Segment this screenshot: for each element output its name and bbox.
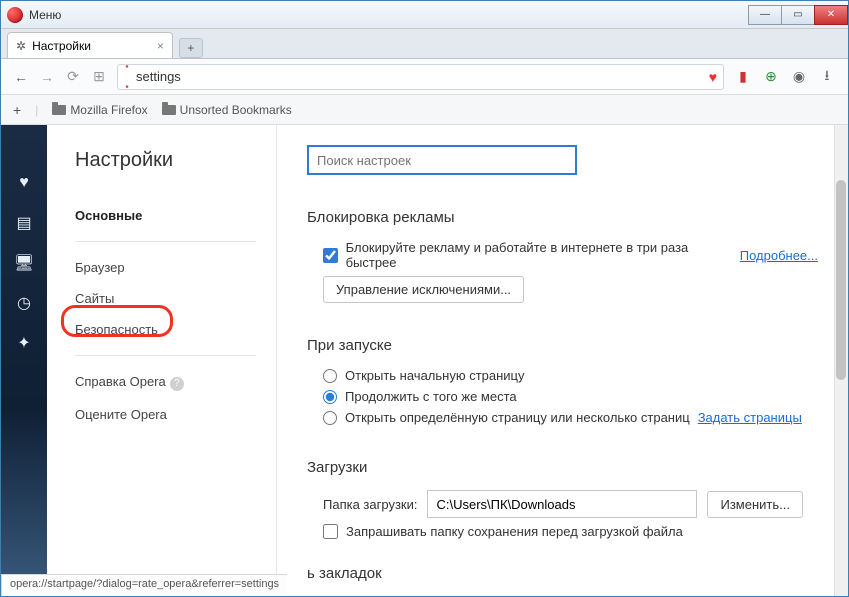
section-bookmarks-bar-heading: ь закладок [307,565,818,582]
folder-icon [52,105,66,115]
adblock-checkbox[interactable] [323,248,338,263]
settings-search-input[interactable] [307,145,577,175]
download-icon[interactable]: ⭳ [818,65,836,89]
startup-radio-specific[interactable] [323,411,337,425]
download-folder-input[interactable] [427,490,697,518]
address-bar-row: ← → ⟳ ⊞ ♥ ▮ ⊕ ◉ ⭳ [1,59,848,95]
status-bar: opera://startpage/?dialog=rate_opera&ref… [1,574,287,596]
change-folder-button[interactable]: Изменить... [707,491,802,518]
manage-exceptions-button[interactable]: Управление исключениями... [323,276,524,303]
reload-icon[interactable]: ⟳ [65,68,81,85]
news-icon[interactable]: ▤ [14,215,34,231]
add-bookmark-icon[interactable]: + [13,102,21,118]
ask-folder-label: Запрашивать папку сохранения перед загру… [346,524,683,539]
tab-label: Настройки [32,39,91,53]
startup-opt3-label: Открыть определённую страницу или нескол… [345,410,690,425]
nav-item-security[interactable]: Безопасность [75,314,276,345]
page-title: Настройки [75,149,276,172]
startup-radio-home[interactable] [323,369,337,383]
section-adblock-heading: Блокировка рекламы [307,209,818,226]
extensions-icon[interactable]: ✦ [14,335,34,351]
folder-icon [162,105,176,115]
adblock-learn-more-link[interactable]: Подробнее... [740,248,818,263]
scrollbar-thumb[interactable] [836,180,846,380]
forward-icon[interactable]: → [39,69,55,85]
url-input[interactable] [136,69,703,84]
sidebar-toggle-icon[interactable]: ▮ [734,68,752,85]
section-downloads-heading: Загрузки [307,459,818,476]
url-box[interactable]: ♥ [117,64,724,90]
minimize-button[interactable]: — [748,5,782,25]
bookmark-folder[interactable]: Unsorted Bookmarks [162,103,292,117]
startup-opt1-label: Открыть начальную страницу [345,368,525,383]
shield-icon[interactable]: ◉ [790,68,808,85]
bookmark-folder[interactable]: Mozilla Firefox [52,103,147,117]
close-window-button[interactable]: ✕ [814,5,848,25]
back-icon[interactable]: ← [13,69,29,85]
nav-item-rate[interactable]: Оцените Opera [75,399,276,430]
window-titlebar: Меню — ▭ ✕ [1,1,848,29]
startup-opt2-label: Продолжить с того же места [345,389,517,404]
vertical-sidebar: ♥ ▤ 🖥 ◷ ✦ [1,125,47,596]
scrollbar-track[interactable] [834,125,848,596]
opera-o-icon [124,68,130,86]
nav-item-help[interactable]: Справка Opera? [75,366,276,399]
set-pages-link[interactable]: Задать страницы [698,410,802,425]
gear-icon: ✲ [16,39,26,53]
tab-strip: ✲ Настройки × + [1,29,848,59]
devices-icon[interactable]: 🖥 [14,255,34,271]
section-startup-heading: При запуске [307,337,818,354]
main-area: ♥ ▤ 🖥 ◷ ✦ Настройки Основные Браузер Сай… [1,125,848,596]
adblock-checkbox-label: Блокируйте рекламу и работайте в интерне… [346,240,732,270]
content-pane: Блокировка рекламы Блокируйте рекламу и … [277,125,848,596]
startup-radio-continue[interactable] [323,390,337,404]
vpn-globe-icon[interactable]: ⊕ [762,68,780,85]
new-tab-button[interactable]: + [179,38,203,58]
heart-icon[interactable]: ♥ [709,69,717,85]
help-question-icon: ? [170,377,184,391]
opera-logo-icon [7,7,23,23]
close-tab-icon[interactable]: × [157,39,164,53]
history-icon[interactable]: ◷ [14,295,34,311]
speed-dial-icon[interactable]: ⊞ [91,68,107,85]
settings-nav: Настройки Основные Браузер Сайты Безопас… [47,125,277,596]
nav-item-browser[interactable]: Браузер [75,252,276,283]
nav-item-sites[interactable]: Сайты [75,283,276,314]
bookmarks-bar: + | Mozilla Firefox Unsorted Bookmarks [1,95,848,125]
download-folder-label: Папка загрузки: [323,497,417,512]
favorites-heart-icon[interactable]: ♥ [14,175,34,191]
tab-settings[interactable]: ✲ Настройки × [7,32,173,58]
ask-folder-checkbox[interactable] [323,524,338,539]
menu-label[interactable]: Меню [29,8,61,22]
speeddial-icon[interactable] [14,135,34,151]
nav-main-category[interactable]: Основные [75,200,276,231]
maximize-button[interactable]: ▭ [781,5,815,25]
